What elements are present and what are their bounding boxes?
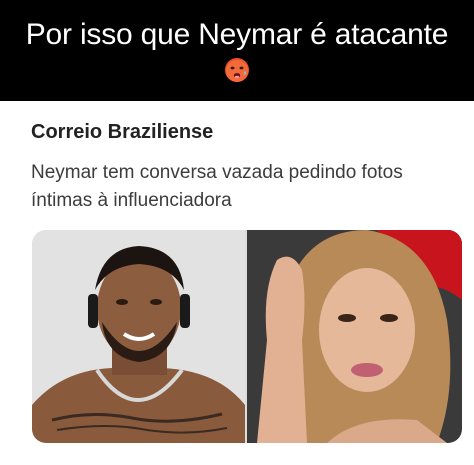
- news-headline[interactable]: Neymar tem conversa vazada pedindo fotos…: [31, 159, 451, 215]
- news-card[interactable]: Correio Braziliense Neymar tem conversa …: [0, 101, 474, 465]
- meme-caption-text: Por isso que Neymar é atacante: [25, 18, 449, 51]
- influencer-photo: [247, 230, 462, 443]
- hot-face-emoji-icon: [225, 58, 249, 82]
- news-image[interactable]: [32, 230, 462, 443]
- neymar-photo: [32, 230, 245, 443]
- meme-caption-bar: Por isso que Neymar é atacante: [0, 0, 474, 101]
- news-source: Correio Braziliense: [31, 121, 214, 143]
